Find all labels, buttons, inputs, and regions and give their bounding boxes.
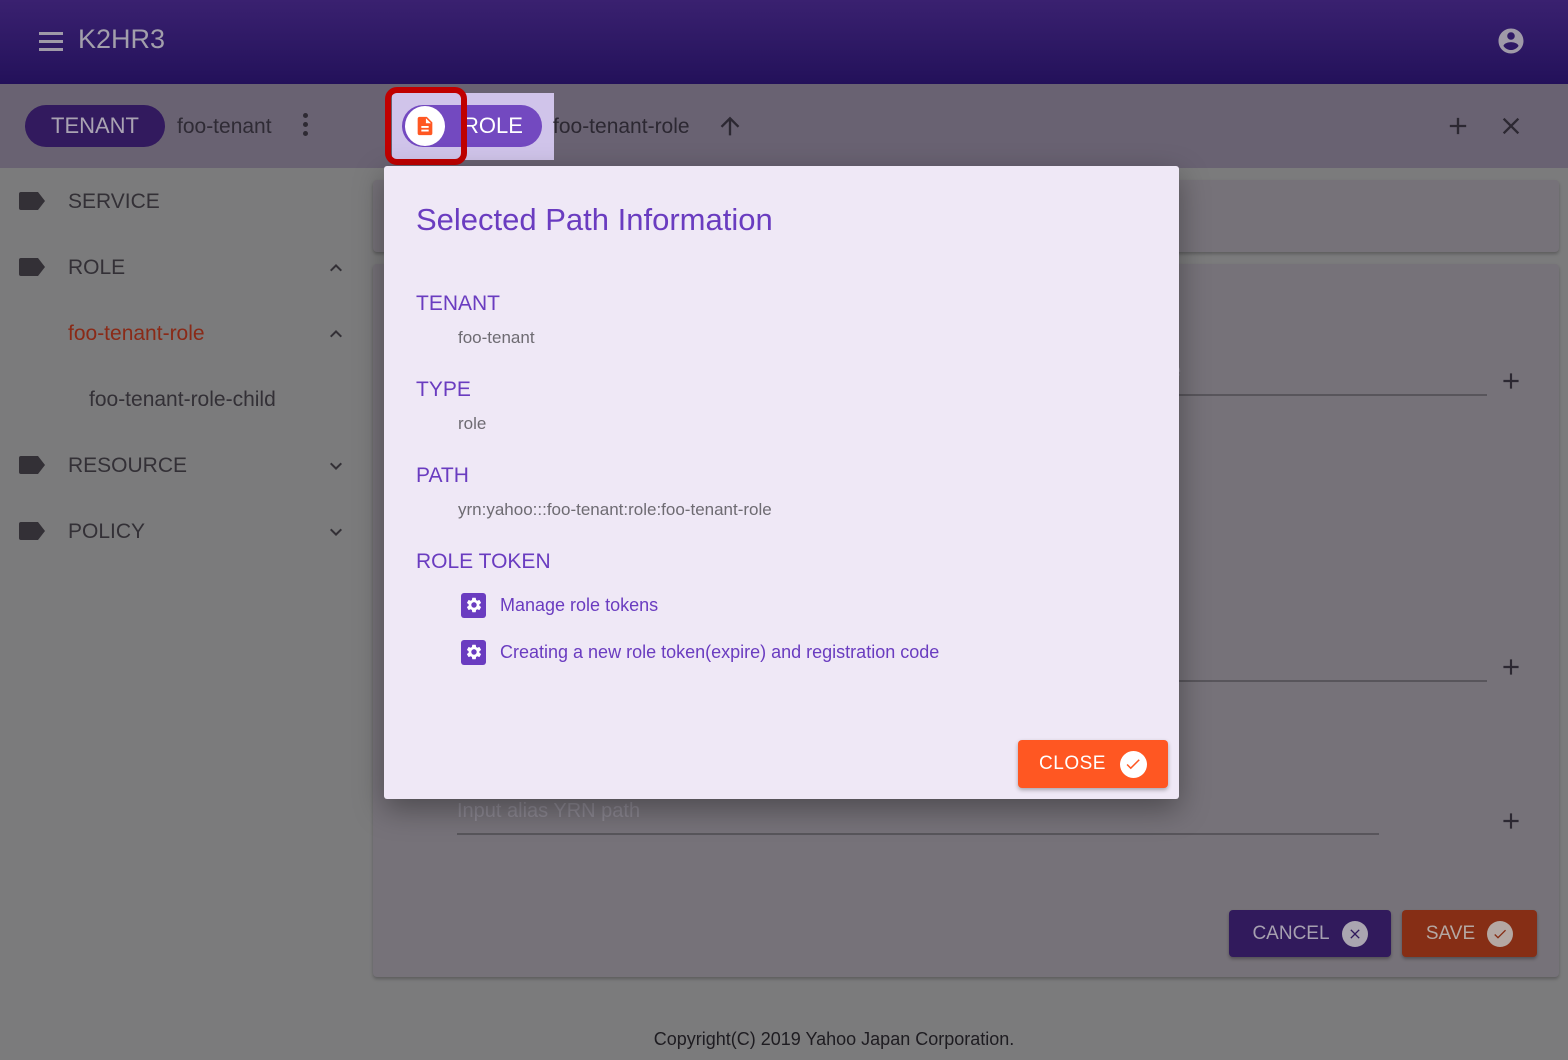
sidebar-item-label: POLICY [68, 520, 146, 543]
chevron-down-icon[interactable] [324, 454, 348, 478]
cancel-button[interactable]: CANCEL [1229, 910, 1391, 957]
manage-role-tokens-label: Manage role tokens [500, 594, 659, 615]
save-label: SAVE [1425, 922, 1476, 944]
label-icon [19, 192, 45, 210]
check-circle-icon [1487, 920, 1514, 947]
add-icon[interactable] [1498, 368, 1524, 394]
settings-icon [461, 639, 486, 665]
sidebar-item-label: ROLE [68, 256, 126, 279]
tenant-heading: TENANT [416, 292, 500, 315]
hamburger-menu-icon[interactable] [36, 28, 66, 56]
path-value: yrn:yahoo:::foo-tenant:role:foo-tenant-r… [458, 500, 772, 519]
arrow-up-icon[interactable] [716, 112, 746, 142]
label-icon [19, 258, 45, 276]
path-info-dialog: Selected Path Information TENANT foo-ten… [384, 166, 1179, 799]
type-value: role [458, 414, 487, 433]
create-role-token-link[interactable]: Creating a new role token(expire) and re… [461, 639, 939, 665]
path-info-button[interactable] [405, 106, 445, 146]
footer-copyright: Copyright(C) 2019 Yahoo Japan Corporatio… [653, 1029, 1015, 1049]
tenant-chip[interactable]: TENANT [25, 105, 165, 147]
chevron-up-icon[interactable] [324, 322, 348, 346]
close-icon[interactable] [1497, 112, 1527, 142]
type-heading: TYPE [416, 378, 471, 401]
alias-input-placeholder: Input alias YRN path [457, 800, 641, 822]
tenant-value: foo-tenant [458, 328, 535, 347]
dialog-title: Selected Path Information [416, 202, 773, 237]
manage-role-tokens-link[interactable]: Manage role tokens [461, 592, 658, 618]
sidebar-item-label: RESOURCE [68, 454, 188, 477]
role-name: foo-tenant-role [553, 115, 690, 138]
check-circle-icon [1119, 750, 1147, 778]
settings-icon [461, 592, 486, 618]
tenant-name: foo-tenant [177, 115, 272, 138]
sidebar-item-foo-tenant-role[interactable]: foo-tenant-role [0, 308, 370, 358]
sidebar-item-policy[interactable]: POLICY [0, 506, 370, 556]
sidebar-item-label: foo-tenant-role-child [89, 388, 276, 411]
sidebar-item-role[interactable]: ROLE [0, 242, 370, 292]
cancel-label: CANCEL [1252, 922, 1330, 944]
add-alias-icon[interactable] [1498, 808, 1524, 834]
sidebar-item-label: foo-tenant-role [68, 322, 205, 345]
document-icon [417, 116, 433, 136]
sidebar-item-label: SERVICE [68, 190, 160, 213]
app-title: K2HR3 [78, 24, 166, 54]
app-bar: K2HR3 [0, 0, 1568, 84]
alias-input[interactable] [457, 833, 1379, 835]
account-circle-icon[interactable] [1496, 26, 1526, 56]
chevron-up-icon[interactable] [324, 256, 348, 280]
cancel-circle-icon [1341, 920, 1368, 947]
close-button[interactable]: CLOSE [1018, 740, 1168, 788]
create-role-token-label: Creating a new role token(expire) and re… [500, 641, 940, 662]
sidebar: SERVICE ROLE foo-tenant-role foo-tenant-… [0, 168, 370, 1060]
role-token-heading: ROLE TOKEN [416, 550, 551, 573]
more-vert-icon[interactable] [300, 113, 310, 139]
add-icon[interactable] [1444, 112, 1474, 142]
save-button[interactable]: SAVE [1402, 910, 1537, 957]
path-heading: PATH [416, 464, 469, 487]
path-toolbar: TENANT foo-tenant ROLE foo-tenant-role [0, 84, 1568, 168]
label-icon [19, 456, 45, 474]
close-label: CLOSE [1039, 753, 1106, 774]
sidebar-item-foo-tenant-role-child[interactable]: foo-tenant-role-child [0, 374, 370, 424]
sidebar-item-service[interactable]: SERVICE [0, 176, 370, 226]
label-icon [19, 522, 45, 540]
sidebar-item-resource[interactable]: RESOURCE [0, 440, 370, 490]
chevron-down-icon[interactable] [324, 520, 348, 544]
add-icon[interactable] [1498, 654, 1524, 680]
